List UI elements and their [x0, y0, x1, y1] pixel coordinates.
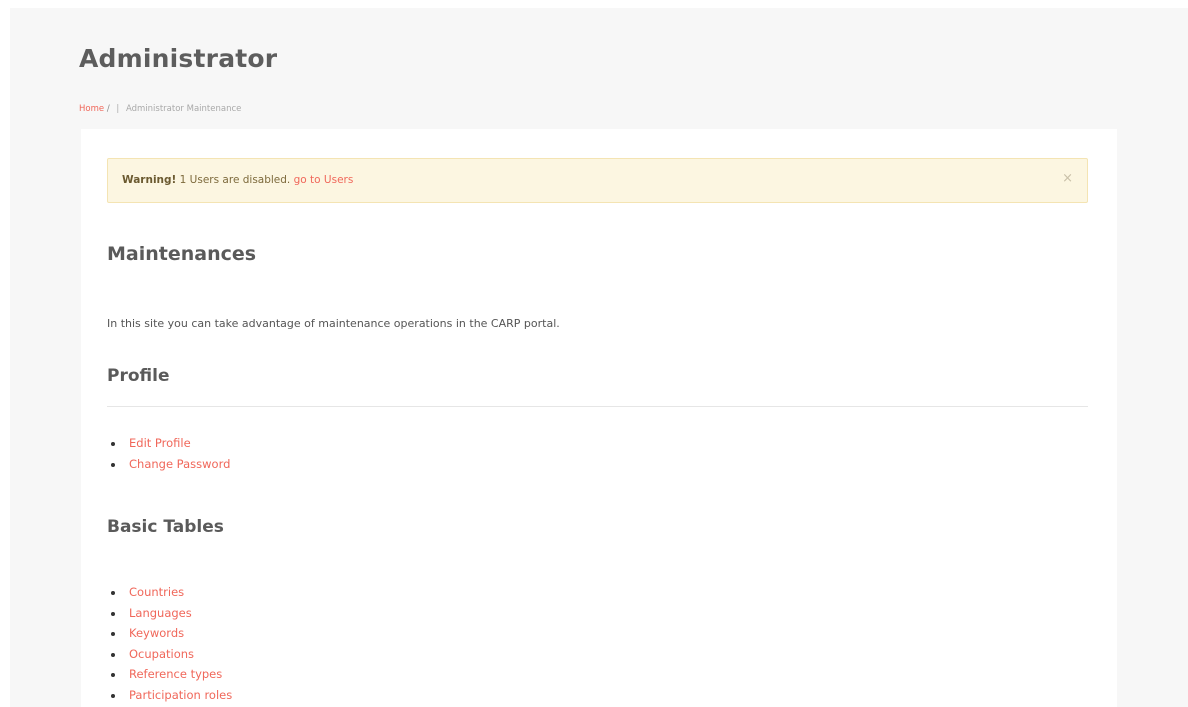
participation-roles-link[interactable]: Participation roles [129, 688, 232, 702]
content-card: Warning! 1 Users are disabled. go to Use… [81, 129, 1117, 707]
breadcrumb-home-link[interactable]: Home [79, 104, 104, 114]
languages-link[interactable]: Languages [129, 606, 192, 620]
alert-message: Warning! 1 Users are disabled. go to Use… [122, 174, 353, 186]
reference-types-link[interactable]: Reference types [129, 667, 222, 681]
maintenances-heading: Maintenances [107, 243, 257, 265]
go-to-users-link[interactable]: go to Users [294, 174, 354, 186]
list-item: Keywords [111, 623, 232, 644]
profile-links: Edit Profile Change Password [111, 433, 230, 474]
profile-divider [107, 406, 1088, 407]
list-item: Participation roles [111, 685, 232, 706]
basic-tables-heading: Basic Tables [107, 517, 224, 537]
breadcrumb-separator: / [106, 104, 110, 114]
keywords-link[interactable]: Keywords [129, 626, 184, 640]
page-title: Administrator [79, 44, 278, 73]
close-icon[interactable]: × [1062, 171, 1073, 186]
edit-profile-link[interactable]: Edit Profile [129, 436, 191, 450]
alert-label: Warning! [122, 174, 177, 186]
alert-body: 1 Users are disabled. [176, 174, 294, 186]
list-item: Reference types [111, 664, 232, 685]
page-frame: Administrator Home / | Administrator Mai… [10, 8, 1188, 707]
breadcrumb-divider: | [116, 104, 120, 114]
list-item: Change Password [111, 454, 230, 475]
list-item: Languages [111, 603, 232, 624]
countries-link[interactable]: Countries [129, 585, 184, 599]
breadcrumb-current: Administrator Maintenance [125, 104, 242, 114]
ocupations-link[interactable]: Ocupations [129, 647, 194, 661]
warning-alert: Warning! 1 Users are disabled. go to Use… [107, 158, 1088, 203]
change-password-link[interactable]: Change Password [129, 457, 230, 471]
list-item: Ocupations [111, 644, 232, 665]
basic-tables-links: Countries Languages Keywords Ocupations … [111, 582, 232, 706]
breadcrumb: Home / | Administrator Maintenance [79, 104, 241, 114]
list-item: Edit Profile [111, 433, 230, 454]
maintenances-intro: In this site you can take advantage of m… [107, 317, 560, 330]
list-item: Countries [111, 582, 232, 603]
profile-heading: Profile [107, 366, 170, 386]
